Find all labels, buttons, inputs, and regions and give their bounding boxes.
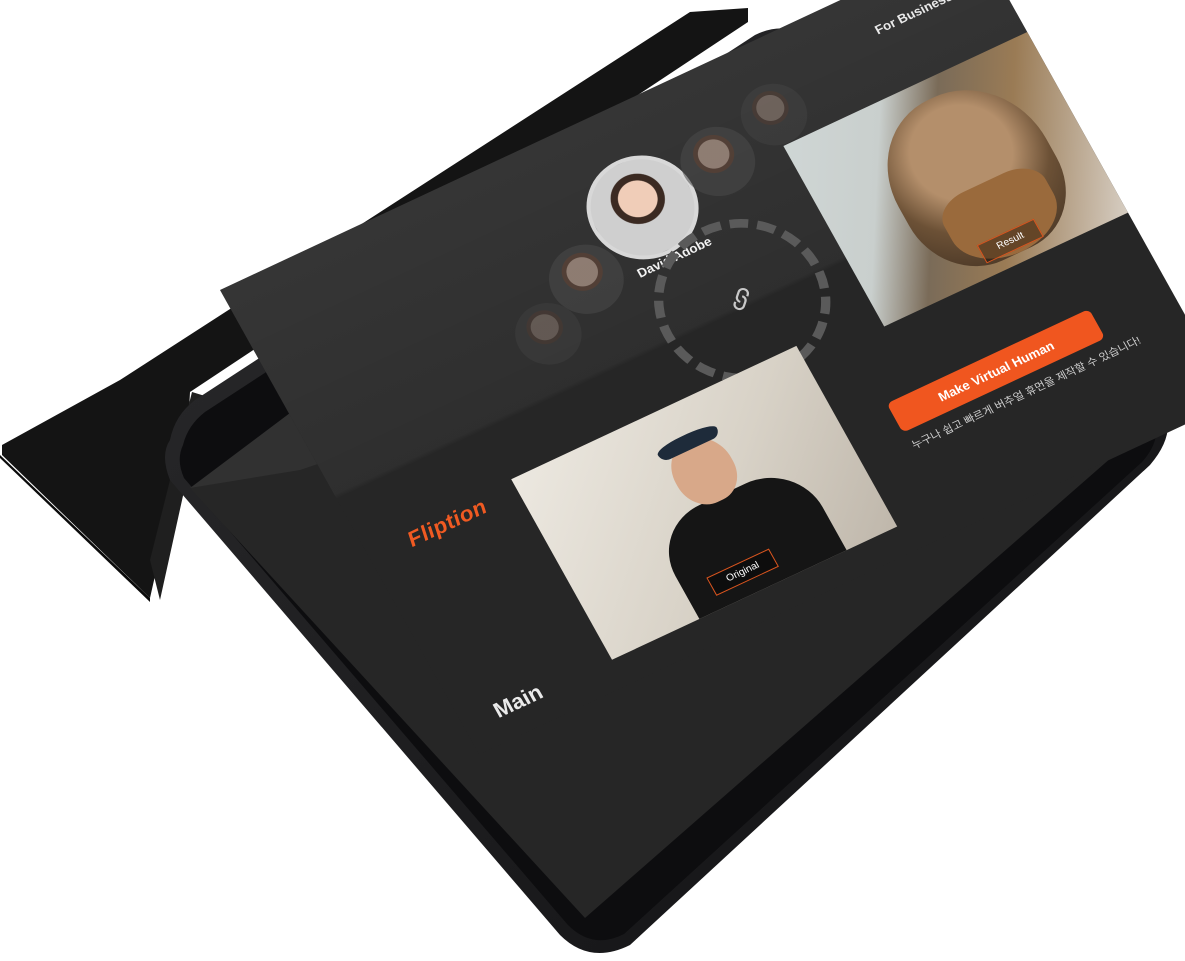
result-photo: Result (783, 16, 1161, 327)
for-business-link[interactable]: For Business B (871, 0, 979, 38)
brand-logo[interactable]: Fliption (403, 494, 492, 552)
app-screen: Fliption For Business B David Adobe Orig… (220, 0, 1185, 755)
for-business-label: For Business (871, 0, 955, 37)
original-photo: Original (511, 345, 898, 660)
screen-viewport: Fliption For Business B David Adobe Orig… (0, 0, 1185, 961)
page-title: Main (488, 679, 547, 723)
